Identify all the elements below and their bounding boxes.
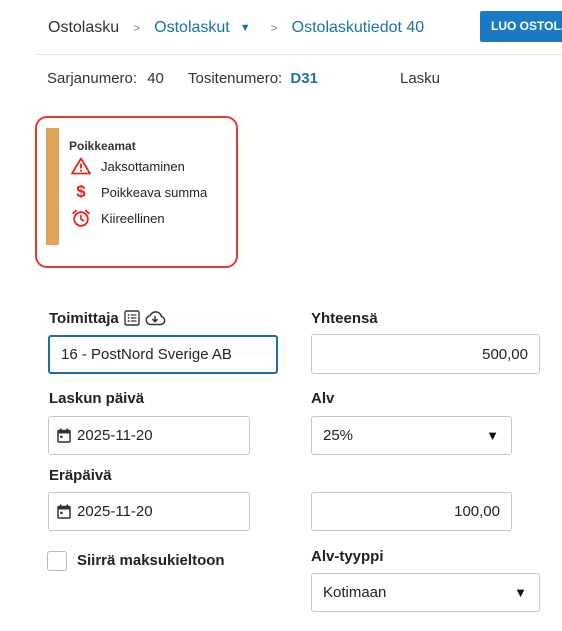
breadcrumb: Ostolasku > Ostolaskut ▼ > Ostolaskutied… xyxy=(48,16,424,40)
series-number-label: Sarjanumero: xyxy=(47,70,138,87)
header-divider xyxy=(36,54,562,55)
payment-block-checkbox[interactable] xyxy=(47,551,67,571)
deviations-accent-bar xyxy=(46,128,59,245)
invoice-date-label: Laskun päivä xyxy=(49,390,145,407)
total-amount-value: 500,00 xyxy=(482,345,528,363)
vat-label: Alv xyxy=(311,390,335,407)
payment-block-label[interactable]: Siirrä maksukieltoon xyxy=(77,552,225,569)
voucher-number-label: Tositenumero: xyxy=(188,70,283,87)
deviation-label: Jaksottaminen xyxy=(101,158,185,174)
due-date-value: 2025-11-20 xyxy=(77,503,153,520)
vat-amount-value: 100,00 xyxy=(454,503,500,520)
breadcrumb-separator: > xyxy=(133,21,141,35)
supplier-tools xyxy=(124,310,166,326)
create-purchase-invoice-button[interactable]: LUO OSTOLASKU xyxy=(480,11,562,42)
dropdown-arrow-icon: ▼ xyxy=(486,428,499,443)
deviation-item: Jaksottaminen xyxy=(70,156,185,176)
dollar-icon: $ xyxy=(76,182,86,201)
deviation-label: Poikkeava summa xyxy=(101,184,208,200)
invoice-date-value: 2025-11-20 xyxy=(77,427,153,444)
invoice-date-field[interactable]: 2025-11-20 xyxy=(48,416,250,455)
due-date-label: Eräpäivä xyxy=(49,467,112,484)
voucher-number-link[interactable]: D31 xyxy=(290,70,318,87)
cloud-download-icon[interactable] xyxy=(144,310,166,326)
deviation-item: Kiireellinen xyxy=(70,208,165,228)
breadcrumb-current[interactable]: Ostolaskutiedot 40 xyxy=(292,19,425,37)
vat-value: 25% xyxy=(323,427,354,444)
series-number-value: 40 xyxy=(147,70,164,87)
list-icon[interactable] xyxy=(124,310,140,326)
voucher-number: Tositenumero: D31 xyxy=(188,70,318,87)
deviation-item: $ Poikkeava summa xyxy=(70,182,207,202)
deviations-title: Poikkeamat xyxy=(69,139,136,153)
vat-type-select[interactable]: Kotimaan ▼ xyxy=(311,573,540,612)
series-number: Sarjanumero: 40 xyxy=(47,70,164,87)
supplier-field[interactable]: 16 - PostNord Sverige AB xyxy=(48,335,278,374)
due-date-field[interactable]: 2025-11-20 xyxy=(48,492,250,531)
deviation-label: Kiireellinen xyxy=(101,210,165,226)
calendar-icon[interactable] xyxy=(57,504,71,519)
document-type: Lasku xyxy=(400,70,441,87)
total-label: Yhteensä xyxy=(311,310,378,327)
dropdown-arrow-icon: ▼ xyxy=(514,585,527,600)
breadcrumb-home[interactable]: Ostolasku xyxy=(48,19,119,37)
warning-icon xyxy=(70,157,92,175)
breadcrumb-separator: > xyxy=(270,21,278,35)
supplier-value: 16 - PostNord Sverige AB xyxy=(61,346,232,363)
vat-amount-field[interactable]: 100,00 xyxy=(311,492,512,531)
supplier-label: Toimittaja xyxy=(49,310,119,327)
alarm-clock-icon xyxy=(70,208,92,228)
total-amount-field[interactable]: 500,00 xyxy=(311,334,540,374)
caret-down-icon[interactable]: ▼ xyxy=(240,22,251,34)
calendar-icon[interactable] xyxy=(57,428,71,443)
breadcrumb-section-link[interactable]: Ostolaskut xyxy=(154,19,230,37)
vat-type-label: Alv-tyyppi xyxy=(311,548,384,565)
vat-select[interactable]: 25% ▼ xyxy=(311,416,512,455)
vat-type-value: Kotimaan xyxy=(323,584,387,601)
